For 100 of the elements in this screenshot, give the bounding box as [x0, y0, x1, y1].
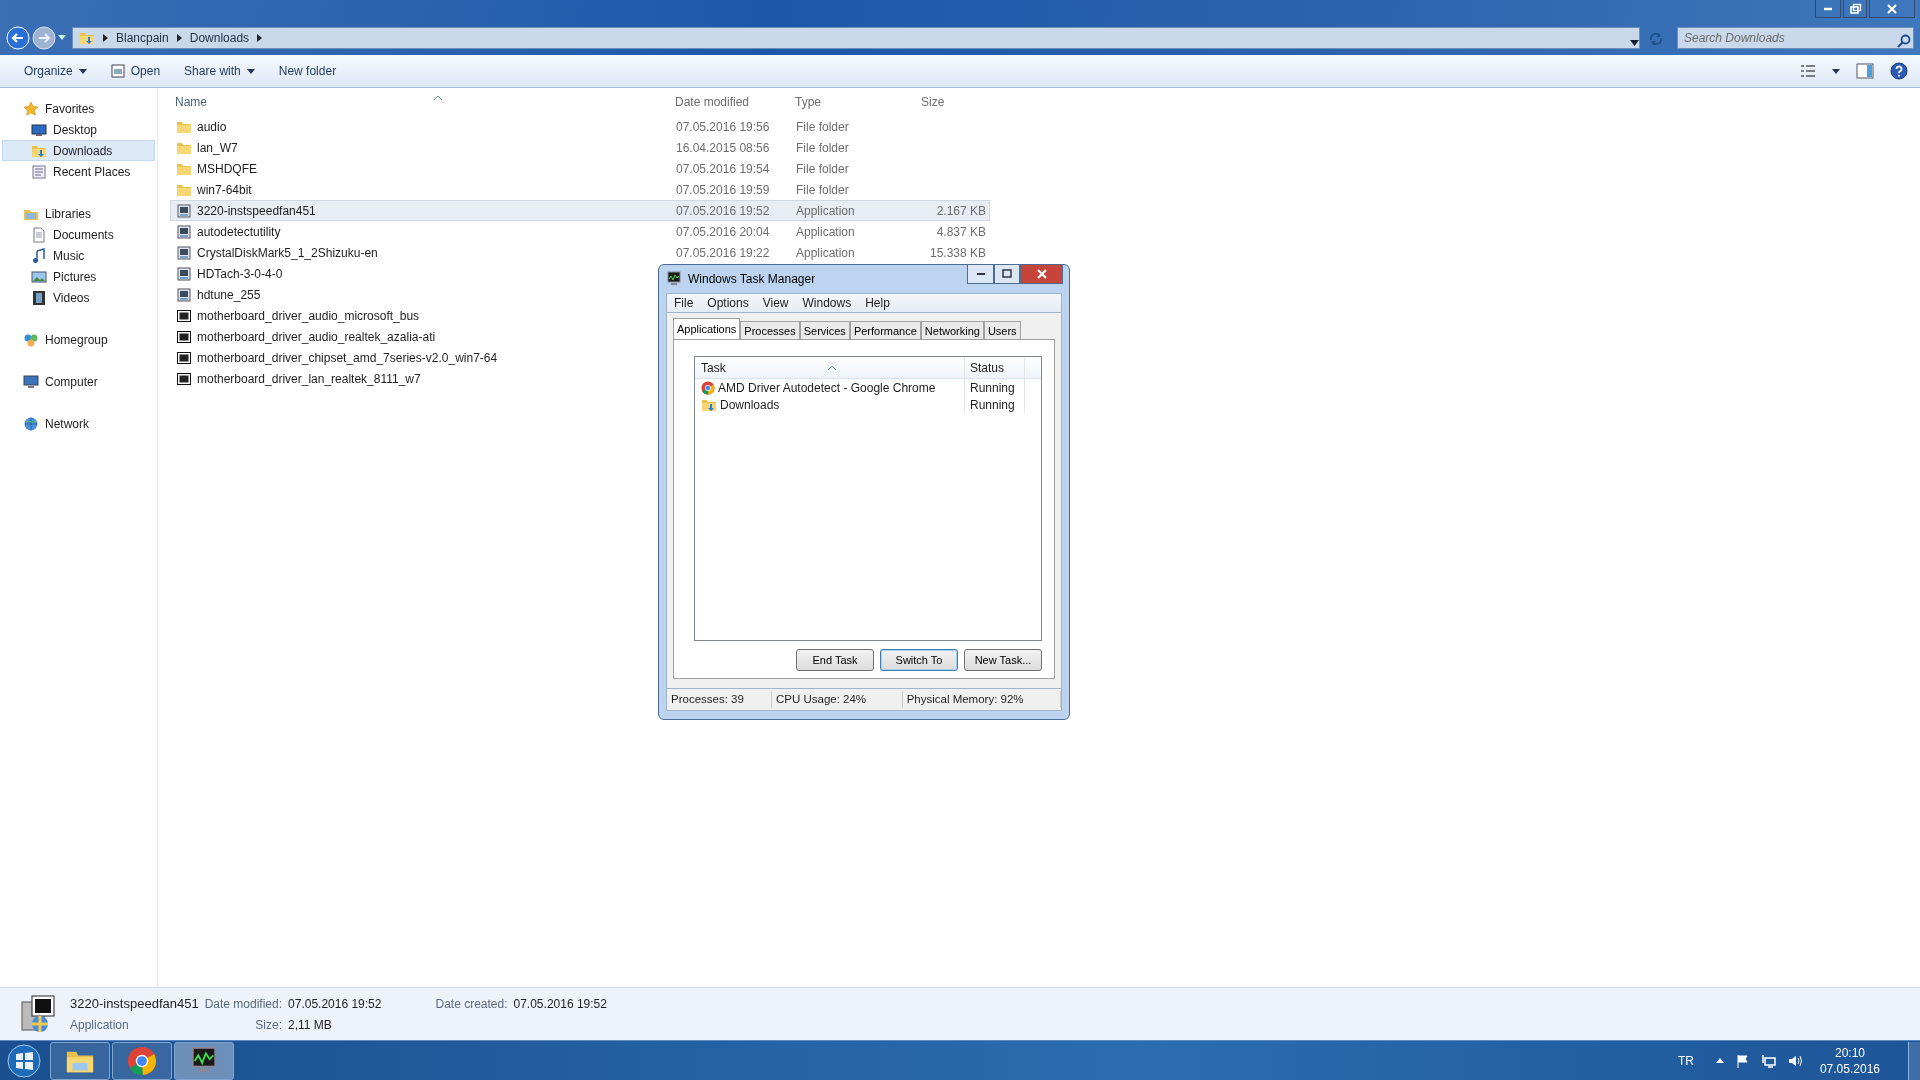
- file-date: 07.05.2016 20:04: [676, 224, 770, 239]
- file-name[interactable]: lan_W7: [197, 138, 238, 157]
- dialog-button[interactable]: Switch To: [880, 649, 958, 671]
- task-status: Running: [970, 379, 1015, 397]
- file-row[interactable]: audio 07.05.2016 19:56 File folder: [170, 116, 990, 137]
- menu-item[interactable]: Windows: [795, 294, 859, 312]
- file-date: 07.05.2016 19:54: [676, 161, 770, 176]
- menu-item[interactable]: Help: [858, 294, 897, 312]
- file-name[interactable]: MSHDQFE: [197, 159, 257, 178]
- file-name[interactable]: audio: [197, 117, 227, 136]
- dropdown-caret-icon: [58, 35, 66, 41]
- file-row[interactable]: autodetectutility 07.05.2016 20:04 Application 4.837 KB: [170, 221, 990, 242]
- file-name[interactable]: motherboard_driver_chipset_amd_7series-v2.0_win7-64: [197, 348, 498, 367]
- sidebar-item[interactable]: Homegroup: [2, 329, 155, 350]
- star-icon: [23, 100, 39, 117]
- program-icon: [176, 244, 192, 261]
- sidebar-item[interactable]: Documents: [2, 224, 155, 245]
- minimize-button[interactable]: [967, 265, 994, 284]
- file-row[interactable]: CrystalDiskMark5_1_2Shizuku-en 07.05.2016 19:22 Application 15.338 KB: [170, 242, 990, 263]
- folder-download-icon: [79, 30, 95, 46]
- menu-button[interactable]: Organize: [12, 59, 99, 83]
- sidebar-item[interactable]: Desktop: [2, 119, 155, 140]
- column-header[interactable]: Name: [170, 93, 675, 111]
- file-name[interactable]: motherboard_driver_audio_realtek_azalia-ati: [197, 327, 436, 346]
- picture-icon: [31, 268, 47, 285]
- maximize-icon: [999, 267, 1015, 281]
- task-name[interactable]: AMD Driver Autodetect - Google Chrome: [718, 378, 936, 397]
- taskbar-button[interactable]: [112, 1041, 172, 1080]
- film-icon: [31, 289, 47, 306]
- chrome-logo-icon: [701, 380, 715, 395]
- tab[interactable]: Services: [799, 321, 850, 339]
- column-header[interactable]: Size: [915, 93, 985, 111]
- search-field[interactable]: Search Downloads: [1677, 27, 1914, 49]
- sidebar-item[interactable]: Videos: [2, 287, 155, 308]
- close-button[interactable]: [1020, 265, 1063, 284]
- dialog-button[interactable]: End Task: [796, 649, 874, 671]
- sidebar-item[interactable]: Downloads: [2, 140, 155, 161]
- detail-label: Date created:: [435, 996, 508, 1013]
- tab[interactable]: Users: [983, 321, 1021, 339]
- minimize-button[interactable]: [1815, 0, 1841, 18]
- breadcrumb-item[interactable]: Downloads: [189, 29, 250, 47]
- tab[interactable]: Processes: [740, 321, 800, 339]
- file-name[interactable]: HDTach-3-0-4-0: [197, 264, 283, 283]
- file-row[interactable]: win7-64bit 07.05.2016 19:59 File folder: [170, 179, 990, 200]
- file-name[interactable]: autodetectutility: [197, 222, 281, 241]
- tab[interactable]: Performance: [849, 321, 921, 339]
- close-button[interactable]: [1869, 0, 1915, 18]
- selected-file-row[interactable]: 3220-instspeedfan451 07.05.2016 19:52 Application 2.167 KB: [170, 200, 990, 221]
- sidebar-item[interactable]: Computer: [2, 371, 155, 392]
- file-name[interactable]: motherboard_driver_audio_microsoft_bus: [197, 306, 420, 325]
- file-size: 4.837 KB: [936, 224, 986, 239]
- file-name[interactable]: motherboard_driver_lan_realtek_8111_w7: [197, 369, 421, 388]
- menu-button[interactable]: Share with: [172, 59, 267, 83]
- breadcrumb-arrow-icon: [103, 34, 108, 42]
- dialog-button[interactable]: New Task...: [964, 649, 1042, 671]
- file-name[interactable]: hdtune_255: [197, 285, 261, 304]
- menu-item[interactable]: Options: [700, 294, 756, 312]
- clock-time[interactable]: 20:10: [1819, 1044, 1880, 1061]
- program-icon: [176, 202, 192, 219]
- maximize-button[interactable]: [994, 265, 1020, 284]
- restore-button[interactable]: [1843, 0, 1867, 18]
- column-header[interactable]: Status: [965, 357, 1025, 378]
- file-name[interactable]: win7-64bit: [197, 180, 252, 199]
- sidebar-item[interactable]: Pictures: [2, 266, 155, 287]
- breadcrumb-arrow-icon: [257, 34, 263, 42]
- menu-item[interactable]: View: [755, 294, 796, 312]
- file-row[interactable]: lan_W7 16.04.2015 08:56 File folder: [170, 137, 990, 158]
- show-desktop-button[interactable]: [1908, 1041, 1920, 1080]
- sidebar-item[interactable]: Network: [2, 413, 155, 434]
- column-header[interactable]: Type: [795, 93, 915, 111]
- column-header[interactable]: Task: [695, 357, 965, 378]
- file-row[interactable]: MSHDQFE 07.05.2016 19:54 File folder: [170, 158, 990, 179]
- restore-icon: [1848, 1, 1862, 16]
- breadcrumb-item[interactable]: Blancpain: [116, 29, 169, 47]
- network-icon: [23, 415, 39, 432]
- taskbar-button[interactable]: [50, 1041, 110, 1080]
- help-icon: [1890, 62, 1908, 80]
- language-indicator[interactable]: TR: [1677, 1051, 1694, 1070]
- toolbar-button[interactable]: Open: [98, 59, 173, 83]
- detail-value: 07.05.2016 19:52: [513, 996, 607, 1013]
- sidebar-item[interactable]: Favorites: [2, 98, 155, 119]
- task-name[interactable]: Downloads: [720, 395, 780, 414]
- menu-item[interactable]: File: [667, 294, 701, 312]
- file-type: Application: [796, 245, 855, 260]
- status-text: Processes: 39: [667, 690, 772, 709]
- address-bar[interactable]: Blancpain Downloads: [72, 27, 1640, 49]
- monitor-graph-icon: [666, 271, 682, 287]
- clock-date[interactable]: 07.05.2016: [1819, 1060, 1880, 1077]
- sidebar-item[interactable]: Music: [2, 245, 155, 266]
- file-name[interactable]: 3220-instspeedfan451: [197, 201, 316, 220]
- file-name[interactable]: CrystalDiskMark5_1_2Shizuku-en: [197, 243, 378, 262]
- tab[interactable]: Networking: [920, 321, 984, 339]
- program-icon: [176, 286, 192, 303]
- taskbar-button[interactable]: [174, 1041, 234, 1080]
- sidebar-item[interactable]: Recent Places: [2, 161, 155, 182]
- tab[interactable]: Applications: [673, 318, 741, 339]
- toolbar-button[interactable]: New folder: [266, 59, 349, 83]
- column-header[interactable]: Date modified: [675, 93, 795, 111]
- sidebar-item[interactable]: Libraries: [2, 203, 155, 224]
- file-date: 07.05.2016 19:59: [676, 182, 770, 197]
